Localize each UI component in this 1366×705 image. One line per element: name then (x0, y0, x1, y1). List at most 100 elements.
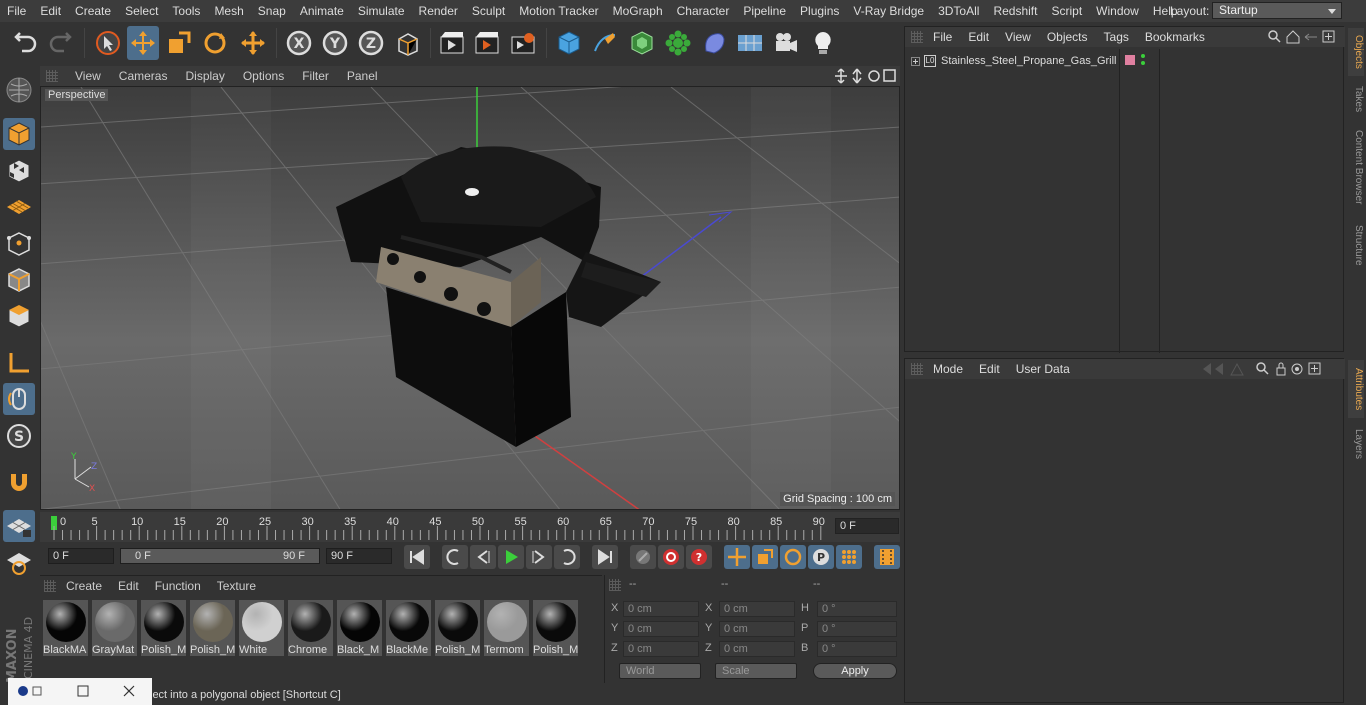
coord-value-field[interactable]: 0 cm (719, 621, 795, 637)
floor-icon[interactable] (734, 26, 766, 60)
texture-mode-icon[interactable] (3, 155, 35, 187)
material-menu-edit[interactable]: Edit (110, 579, 147, 593)
tab-structure[interactable]: Structure (1348, 218, 1364, 272)
next-key-icon[interactable] (554, 545, 580, 569)
material-swatch[interactable]: Chrome (288, 600, 333, 656)
points-mode-icon[interactable] (3, 228, 35, 260)
viewport-menu-options[interactable]: Options (234, 69, 293, 83)
menu-plugins[interactable]: Plugins (793, 0, 846, 22)
render-region-icon[interactable] (471, 26, 503, 60)
tab-content-browser[interactable]: Content Browser (1348, 122, 1364, 212)
visibility-editor-icon[interactable] (1141, 54, 1145, 58)
coord-value-field[interactable]: 0 cm (623, 621, 699, 637)
coordinate-system-icon[interactable] (392, 26, 424, 60)
object-menu-objects[interactable]: Objects (1039, 30, 1096, 44)
menu-mograph[interactable]: MoGraph (606, 0, 670, 22)
material-grip-icon[interactable] (44, 580, 56, 592)
cube-primitive-icon[interactable] (553, 26, 585, 60)
material-swatch[interactable]: Polish_M (533, 600, 578, 656)
menu-window[interactable]: Window (1089, 0, 1146, 22)
object-name[interactable]: Stainless_Steel_Propane_Gas_Grill (941, 55, 1117, 67)
object-list[interactable]: L0 Stainless_Steel_Propane_Gas_Grill (905, 49, 1345, 353)
menu-v-ray-bridge[interactable]: V-Ray Bridge (846, 0, 931, 22)
live-selection-icon[interactable] (92, 26, 124, 60)
move-icon[interactable] (127, 26, 159, 60)
object-row[interactable]: L0 Stainless_Steel_Propane_Gas_Grill (911, 53, 1117, 69)
magnet-icon[interactable] (3, 466, 35, 498)
cloner-icon[interactable] (662, 26, 694, 60)
material-swatch[interactable]: Polish_M (435, 600, 480, 656)
viewport-menu-display[interactable]: Display (176, 69, 233, 83)
material-menu-function[interactable]: Function (147, 579, 209, 593)
y-axis-icon[interactable]: Y (319, 26, 351, 60)
frame-range-slider[interactable]: 0 F 90 F (120, 548, 320, 564)
pen-spline-icon[interactable] (589, 26, 621, 60)
material-swatch[interactable]: BlackMA (43, 600, 88, 656)
polygons-mode-icon[interactable] (3, 300, 35, 332)
object-menu-view[interactable]: View (997, 30, 1039, 44)
workplane-lock-icon[interactable] (3, 510, 35, 542)
object-grip-icon[interactable] (911, 31, 923, 43)
coord-value-field[interactable]: 0 cm (719, 641, 795, 657)
z-axis-icon[interactable]: Z (355, 26, 387, 60)
menu-sculpt[interactable]: Sculpt (465, 0, 512, 22)
tab-attributes[interactable]: Attributes (1348, 360, 1364, 418)
menu-pipeline[interactable]: Pipeline (736, 0, 793, 22)
coord-value-field[interactable]: 0 cm (719, 601, 795, 617)
viewport-menu-cameras[interactable]: Cameras (110, 69, 177, 83)
transform-icon[interactable] (237, 26, 269, 60)
model-mode-icon[interactable] (3, 118, 35, 150)
material-menu-texture[interactable]: Texture (209, 579, 264, 593)
tab-objects[interactable]: Objects (1348, 28, 1364, 76)
menu-simulate[interactable]: Simulate (351, 0, 412, 22)
menu-select[interactable]: Select (118, 0, 165, 22)
object-menu-edit[interactable]: Edit (960, 30, 997, 44)
deformer-icon[interactable] (698, 26, 730, 60)
end-frame-field[interactable]: 90 F (326, 548, 392, 564)
axis-mode-icon[interactable] (3, 347, 35, 379)
viewport-grip-icon[interactable] (46, 70, 58, 82)
scale-dropdown[interactable]: Scale (715, 663, 797, 679)
maximize-icon[interactable] (77, 685, 89, 697)
render-settings-icon[interactable] (507, 26, 539, 60)
menu-motion-tracker[interactable]: Motion Tracker (512, 0, 605, 22)
coordinates-grip-icon[interactable] (609, 579, 621, 591)
viewport-menu-panel[interactable]: Panel (338, 69, 387, 83)
key-parameter-icon[interactable]: P (808, 545, 834, 569)
rotate-icon[interactable] (199, 26, 231, 60)
viewport-menu-filter[interactable]: Filter (293, 69, 338, 83)
previous-key-icon[interactable] (442, 545, 468, 569)
key-pla-icon[interactable] (836, 545, 862, 569)
menu-render[interactable]: Render (412, 0, 465, 22)
coord-value-field[interactable]: 0 cm (623, 601, 699, 617)
key-scale-icon[interactable] (752, 545, 778, 569)
go-to-start-icon[interactable] (404, 545, 430, 569)
material-swatch[interactable]: Black_M (337, 600, 382, 656)
render-view-icon[interactable] (436, 26, 468, 60)
x-axis-icon[interactable]: X (283, 26, 315, 60)
material-menu-create[interactable]: Create (58, 579, 110, 593)
edges-mode-icon[interactable] (3, 264, 35, 296)
attribute-grip-icon[interactable] (911, 363, 923, 375)
material-swatch[interactable]: BlackMe (386, 600, 431, 656)
layer-color-icon[interactable] (1125, 55, 1135, 65)
menu-tools[interactable]: Tools (165, 0, 207, 22)
menu-script[interactable]: Script (1044, 0, 1089, 22)
menu-redshift[interactable]: Redshift (986, 0, 1044, 22)
coord-value-field[interactable]: 0 ° (817, 621, 897, 637)
locked-workplane-icon[interactable] (3, 546, 35, 578)
light-icon[interactable] (807, 26, 839, 60)
redo-icon[interactable] (44, 26, 76, 60)
material-swatch[interactable]: Termom (484, 600, 529, 656)
tweak-mode-icon[interactable] (3, 383, 35, 415)
object-menu-tags[interactable]: Tags (1096, 30, 1137, 44)
close-icon[interactable] (123, 685, 135, 697)
key-position-icon[interactable] (724, 545, 750, 569)
play-icon[interactable] (498, 545, 524, 569)
undo-icon[interactable] (10, 26, 42, 60)
coord-value-field[interactable]: 0 cm (623, 641, 699, 657)
menu-3dtoall[interactable]: 3DToAll (931, 0, 986, 22)
object-menu-file[interactable]: File (925, 30, 960, 44)
material-swatch[interactable]: GrayMat (92, 600, 137, 656)
coord-value-field[interactable]: 0 ° (817, 601, 897, 617)
